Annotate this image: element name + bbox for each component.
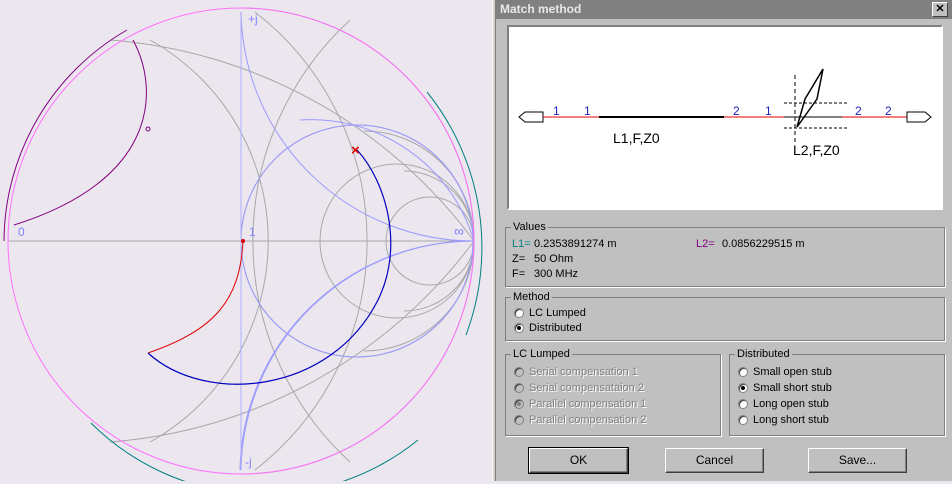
label-one: 1 bbox=[249, 225, 256, 239]
left-port-icon bbox=[518, 111, 544, 123]
start-point bbox=[241, 239, 245, 243]
z-key: Z= bbox=[512, 253, 526, 265]
radio-button[interactable] bbox=[738, 367, 748, 377]
dialog-title: Match method bbox=[500, 2, 582, 16]
radio-long-short-stub[interactable]: Long short stub bbox=[738, 413, 829, 427]
f-key: F= bbox=[512, 268, 526, 280]
radio-label: Small open stub bbox=[753, 366, 832, 378]
radio-serial-compensation-1: Serial compensation 1 bbox=[514, 365, 638, 379]
radio-small-open-stub[interactable]: Small open stub bbox=[738, 365, 832, 379]
port-number: 2 bbox=[885, 104, 892, 118]
port-number: 2 bbox=[855, 104, 862, 118]
target-marker-icon: × bbox=[351, 142, 360, 159]
radio-label: Parallel compensation 1 bbox=[529, 398, 647, 410]
grid-x-arc-8 bbox=[403, 240, 475, 312]
distributed-legend: Distributed bbox=[735, 347, 792, 361]
smith-chart[interactable]: +j -j 0 1 ∞ × bbox=[0, 0, 492, 484]
radio-label: Small short stub bbox=[753, 382, 832, 394]
radio-button bbox=[514, 415, 524, 425]
circuit-schematic: 1 1 2 1 2 2 L1,F,Z0 L2,F,Z0 bbox=[507, 25, 943, 210]
blue-trace bbox=[147, 149, 392, 385]
radio-button[interactable] bbox=[514, 323, 524, 333]
port-number: 1 bbox=[584, 104, 591, 118]
radio-button[interactable] bbox=[738, 399, 748, 409]
grid-x-arc-6 bbox=[109, 240, 475, 443]
lc-lumped-group: LC Lumped Serial compensation 1 Serial c… bbox=[505, 347, 721, 436]
smith-chart-canvas: +j -j 0 1 ∞ × bbox=[3, 7, 483, 484]
purple-marker bbox=[145, 126, 151, 132]
ok-button[interactable]: OK bbox=[528, 447, 629, 474]
label-plus-j: +j bbox=[248, 12, 258, 26]
radio-serial-compensation-2: Serial compensataion 2 bbox=[514, 381, 644, 395]
radio-button bbox=[514, 367, 524, 377]
radio-distributed[interactable]: Distributed bbox=[514, 321, 582, 335]
save-button[interactable]: Save... bbox=[808, 448, 907, 473]
label-l1: L1,F,Z0 bbox=[613, 130, 660, 146]
label-l2: L2,F,Z0 bbox=[793, 142, 840, 158]
radio-label: LC Lumped bbox=[529, 307, 586, 319]
purple-arc-outer bbox=[3, 29, 128, 242]
method-group: Method LC Lumped Distributed bbox=[505, 290, 945, 341]
lavender-arc-4 bbox=[299, 119, 475, 242]
teal-arc-right bbox=[426, 91, 483, 336]
values-legend: Values bbox=[511, 220, 548, 234]
close-icon[interactable]: ✕ bbox=[932, 2, 948, 17]
grid-x-arc-5 bbox=[109, 39, 475, 242]
radio-parallel-compensation-1: Parallel compensation 1 bbox=[514, 397, 646, 411]
f-value: 300 MHz bbox=[534, 268, 579, 280]
port-number: 2 bbox=[733, 104, 740, 118]
port-number: 1 bbox=[553, 104, 560, 118]
right-port-icon bbox=[906, 111, 932, 123]
radio-long-open-stub[interactable]: Long open stub bbox=[738, 397, 829, 411]
radio-label: Distributed bbox=[529, 322, 582, 334]
port-number: 1 bbox=[765, 104, 772, 118]
radio-label: Long short stub bbox=[753, 414, 829, 426]
stub-l2-icon bbox=[796, 68, 824, 128]
teal-arc-bottom bbox=[90, 422, 419, 484]
radio-button[interactable] bbox=[738, 383, 748, 393]
l2-value: 0.0856229515 m bbox=[722, 238, 805, 250]
radio-lc-lumped[interactable]: LC Lumped bbox=[514, 306, 586, 320]
distributed-group: Distributed Small open stub Small short … bbox=[729, 347, 945, 436]
cancel-button[interactable]: Cancel bbox=[665, 448, 764, 473]
l2-key: L2= bbox=[696, 238, 715, 250]
z-value: 50 Ohm bbox=[534, 253, 574, 265]
radio-label: Long open stub bbox=[753, 398, 829, 410]
lc-lumped-legend: LC Lumped bbox=[511, 347, 572, 361]
purple-arc-inner bbox=[13, 39, 147, 226]
label-infinity: ∞ bbox=[454, 223, 464, 239]
label-zero: 0 bbox=[18, 225, 25, 239]
radio-button[interactable] bbox=[738, 415, 748, 425]
values-group: Values L1= 0.2353891274 m L2= 0.08562295… bbox=[505, 220, 945, 287]
radio-label: Serial compensation 1 bbox=[529, 366, 638, 378]
l1-key: L1= bbox=[512, 238, 531, 250]
radio-label: Parallel compensation 2 bbox=[529, 414, 647, 426]
radio-small-short-stub[interactable]: Small short stub bbox=[738, 381, 832, 395]
radio-button bbox=[514, 383, 524, 393]
radio-label: Serial compensataion 2 bbox=[529, 382, 644, 394]
title-bar[interactable]: Match method ✕ bbox=[496, 0, 952, 19]
l1-value: 0.2353891274 m bbox=[534, 238, 617, 250]
radio-button[interactable] bbox=[514, 308, 524, 318]
label-minus-j: -j bbox=[245, 455, 252, 469]
radio-button bbox=[514, 399, 524, 409]
match-method-dialog: Match method ✕ 1 1 2 1 2 2 L1,F,Z0 L2,F,… bbox=[496, 0, 952, 481]
red-trace bbox=[147, 240, 244, 354]
schematic-canvas: 1 1 2 1 2 2 L1,F,Z0 L2,F,Z0 bbox=[518, 68, 932, 158]
method-legend: Method bbox=[511, 290, 552, 304]
radio-parallel-compensation-2: Parallel compensation 2 bbox=[514, 413, 646, 427]
